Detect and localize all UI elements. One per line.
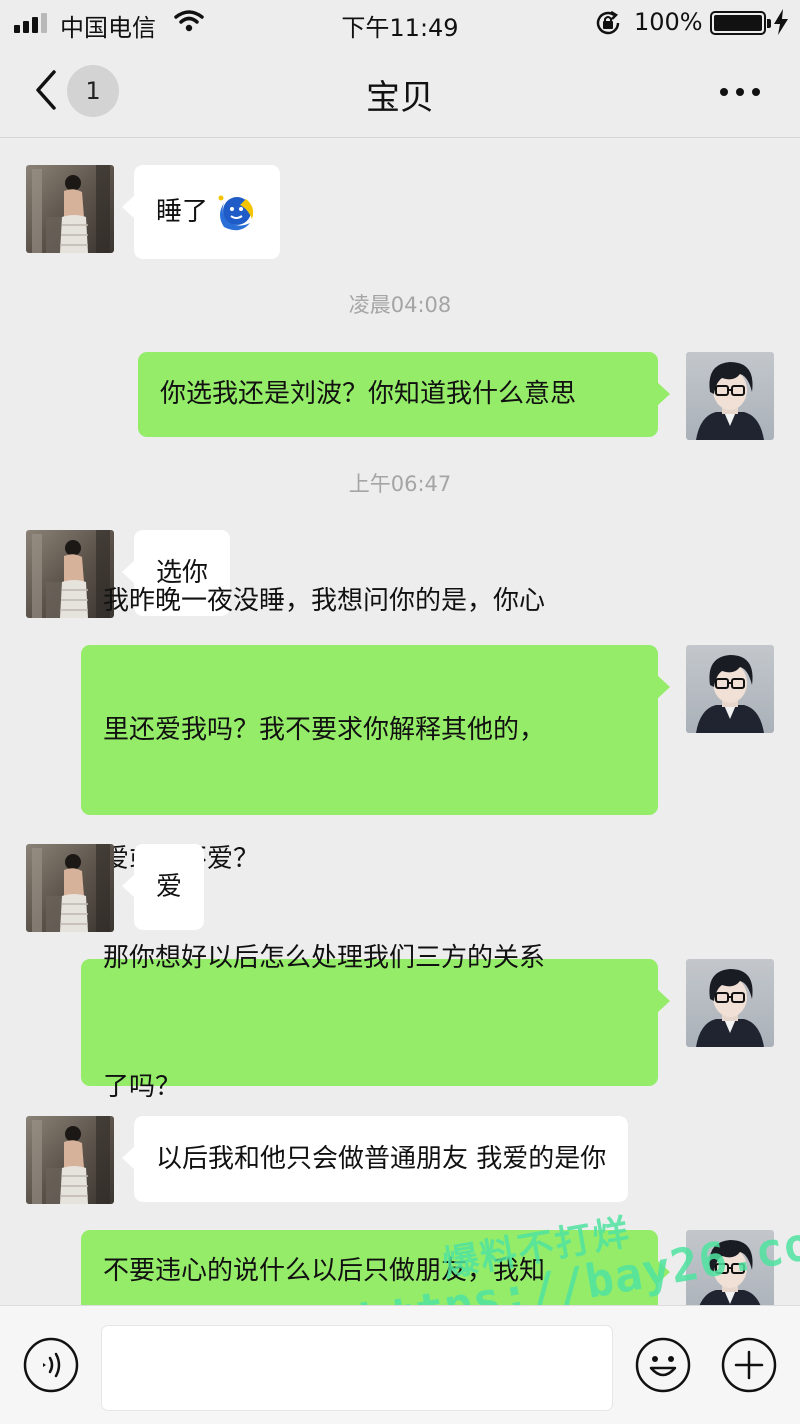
more-icon[interactable] — [718, 86, 762, 98]
chat-title: 宝贝 — [366, 78, 434, 118]
battery-icon — [710, 11, 771, 35]
emoji-icon[interactable] — [634, 1336, 692, 1394]
message-text: 不要违心的说什么以后只做朋友，我知 — [103, 1256, 546, 1286]
message-line: 我昨晚一夜没睡，我想问你的是，你心 — [103, 585, 546, 616]
incoming-message[interactable]: 睡了 — [121, 165, 281, 259]
charging-icon — [774, 9, 788, 35]
contact-avatar[interactable] — [26, 844, 114, 932]
message-line: 里还爱我吗？我不要求你解释其他的， — [103, 714, 546, 745]
outgoing-message[interactable]: 不要违心的说什么以后只做朋友，我知 — [81, 1230, 670, 1305]
status-bar: 中国电信 下午11:49 100% — [0, 0, 800, 46]
contact-avatar[interactable] — [26, 530, 114, 618]
message-text: 你选我还是刘波？你知道我什么意思 — [160, 379, 577, 409]
outgoing-message[interactable]: 我昨晚一夜没睡，我想问你的是，你心 里还爱我吗？我不要求你解释其他的， 爱或者不… — [81, 586, 670, 874]
outgoing-message[interactable]: 你选我还是刘波？你知道我什么意思 — [138, 352, 670, 437]
incoming-message[interactable]: 以后我和他只会做普通朋友 我爱的是你 — [121, 1116, 629, 1202]
message-text: 睡了 — [156, 196, 209, 227]
my-avatar[interactable] — [686, 645, 774, 733]
message-line: 了吗？ — [103, 1071, 182, 1102]
voice-icon[interactable] — [22, 1336, 80, 1394]
battery-percent: 100% — [634, 8, 703, 36]
orientation-lock-icon — [596, 10, 620, 35]
timestamp: 凌晨04:08 — [348, 293, 452, 317]
message-line: 那你想好以后怎么处理我们三方的关系 — [103, 942, 546, 973]
chat-header: 1 宝贝 — [0, 46, 800, 138]
input-bar — [0, 1305, 800, 1424]
my-avatar[interactable] — [686, 959, 774, 1047]
my-avatar[interactable] — [686, 1230, 774, 1305]
my-avatar[interactable] — [686, 352, 774, 440]
moon-face-icon — [218, 195, 254, 231]
message-input[interactable] — [101, 1325, 613, 1411]
outgoing-message[interactable]: 那你想好以后怎么处理我们三方的关系 了吗？ — [81, 943, 670, 1102]
message-text: 以后我和他只会做普通朋友 我爱的是你 — [156, 1143, 607, 1174]
contact-avatar[interactable] — [26, 165, 114, 253]
message-list[interactable]: 睡了 凌晨04:08 你选我还是刘波？你知道我什么意思 上午06:47 选你 我… — [0, 139, 800, 1305]
plus-icon[interactable] — [720, 1336, 778, 1394]
contact-avatar[interactable] — [26, 1116, 114, 1204]
